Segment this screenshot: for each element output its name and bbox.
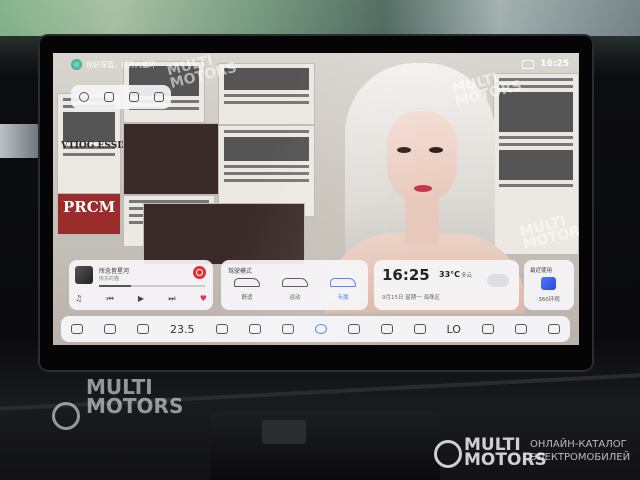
car-sport-icon (282, 278, 308, 287)
song-artist: 房东的猫 (99, 276, 120, 282)
document-icon[interactable] (153, 92, 164, 102)
favorite-icon[interactable]: ♥ (200, 294, 207, 304)
clock-weather-widget[interactable]: 16:25 33°C 多云 9月15日 星期一 海珠区 (374, 260, 519, 310)
center-console (210, 410, 440, 480)
ac-temperature[interactable]: 23.5 (170, 323, 195, 336)
app-grid-icon[interactable] (137, 324, 149, 334)
seat-heat-icon[interactable] (215, 324, 228, 334)
bottom-dock: 23.5 LO (61, 316, 570, 342)
search-icon[interactable] (78, 92, 89, 102)
assistant-hint-text: 你好深蓝，打开内循环 (86, 60, 156, 69)
weather-condition: 多云 (461, 273, 473, 279)
air-vent (0, 124, 42, 158)
wallpaper-dark-block (143, 203, 305, 265)
playlist-icon[interactable]: ♫ (75, 294, 82, 304)
car-icon[interactable] (104, 324, 116, 334)
song-title: 所念皆星河 (99, 268, 130, 275)
album-art (75, 266, 93, 284)
console-knob (262, 420, 306, 444)
clock-date: 9月15日 星期一 海珠区 (382, 295, 440, 301)
wallpaper-big-text: PRCM (63, 198, 116, 216)
next-icon[interactable]: ⏭ (168, 294, 175, 304)
assistant-avatar-icon (71, 59, 82, 70)
rear-defrost-icon[interactable] (347, 324, 360, 334)
apps-icon[interactable] (128, 92, 139, 102)
recent-title: 最近使用 (530, 268, 553, 274)
infotainment-screen: VTIOG ESSDNS PRCM 你好深蓝，打开内循环 16:25 所念皆星河… (53, 53, 579, 345)
car-comfort-icon (234, 278, 260, 287)
camera-360-icon[interactable] (541, 277, 556, 290)
windshield-view (0, 0, 640, 36)
steering-wheel-heat-icon[interactable] (248, 324, 261, 334)
seat-ventilation-icon[interactable] (413, 324, 426, 334)
screen-icon[interactable] (514, 324, 527, 334)
clock-time: 16:25 (382, 266, 430, 284)
front-defrost-icon[interactable] (380, 324, 393, 334)
drive-mode-custom[interactable]: 专属 (323, 278, 363, 301)
status-bar-right: 16:25 (522, 59, 569, 69)
recent-apps-widget: 最近使用 360环视 (524, 260, 574, 310)
previous-icon[interactable]: ⏮ (106, 294, 113, 304)
volume-icon[interactable] (481, 324, 494, 334)
status-time: 16:25 (540, 59, 569, 69)
recent-app-label: 360环视 (538, 297, 560, 303)
car-custom-icon (330, 278, 356, 287)
home-icon[interactable] (103, 92, 114, 102)
cloud-icon (487, 274, 509, 287)
signal-icon (522, 59, 535, 69)
music-progress[interactable] (99, 285, 205, 287)
weather-temperature: 33°C (439, 270, 461, 279)
air-circulation-icon[interactable] (281, 324, 294, 334)
fan-level[interactable]: LO (447, 323, 461, 336)
voice-assistant-status[interactable]: 你好深蓝，打开内循环 (71, 59, 156, 70)
watermark-brand: MULTI MOTORS (86, 375, 184, 418)
home-icon[interactable] (71, 324, 83, 334)
watermark-logo-icon (434, 440, 462, 468)
wallpaper-photo (123, 123, 220, 195)
quick-access-bar (71, 85, 171, 109)
drive-mode-title: 驾驶模式 (228, 268, 253, 275)
drive-mode-comfort[interactable]: 舒适 (227, 278, 267, 301)
watermark-catalog-text: ОНЛАЙН-КАТАЛОГ ЭЛЕКТРОМОБИЛЕЙ (530, 439, 631, 463)
music-widget[interactable]: 所念皆星河 房东的猫 ♫ ⏮ ▶ ⏭ ♥ (69, 260, 213, 310)
wiper-icon[interactable] (547, 324, 560, 334)
drive-mode-widget: 驾驶模式 舒适 运动 专属 (221, 260, 368, 310)
watermark-logo-icon (52, 402, 80, 430)
fan-icon[interactable] (314, 324, 327, 334)
music-app-icon[interactable] (193, 266, 206, 279)
music-controls: ♫ ⏮ ▶ ⏭ ♥ (75, 294, 207, 304)
drive-mode-sport[interactable]: 运动 (275, 278, 315, 301)
play-icon[interactable]: ▶ (138, 294, 144, 304)
